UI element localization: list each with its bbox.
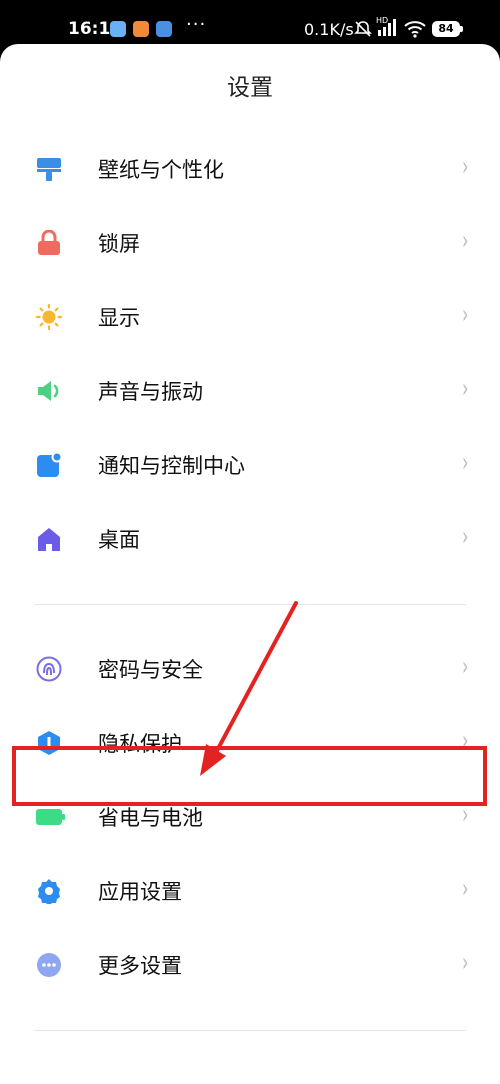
annotation-arrow <box>200 601 298 776</box>
